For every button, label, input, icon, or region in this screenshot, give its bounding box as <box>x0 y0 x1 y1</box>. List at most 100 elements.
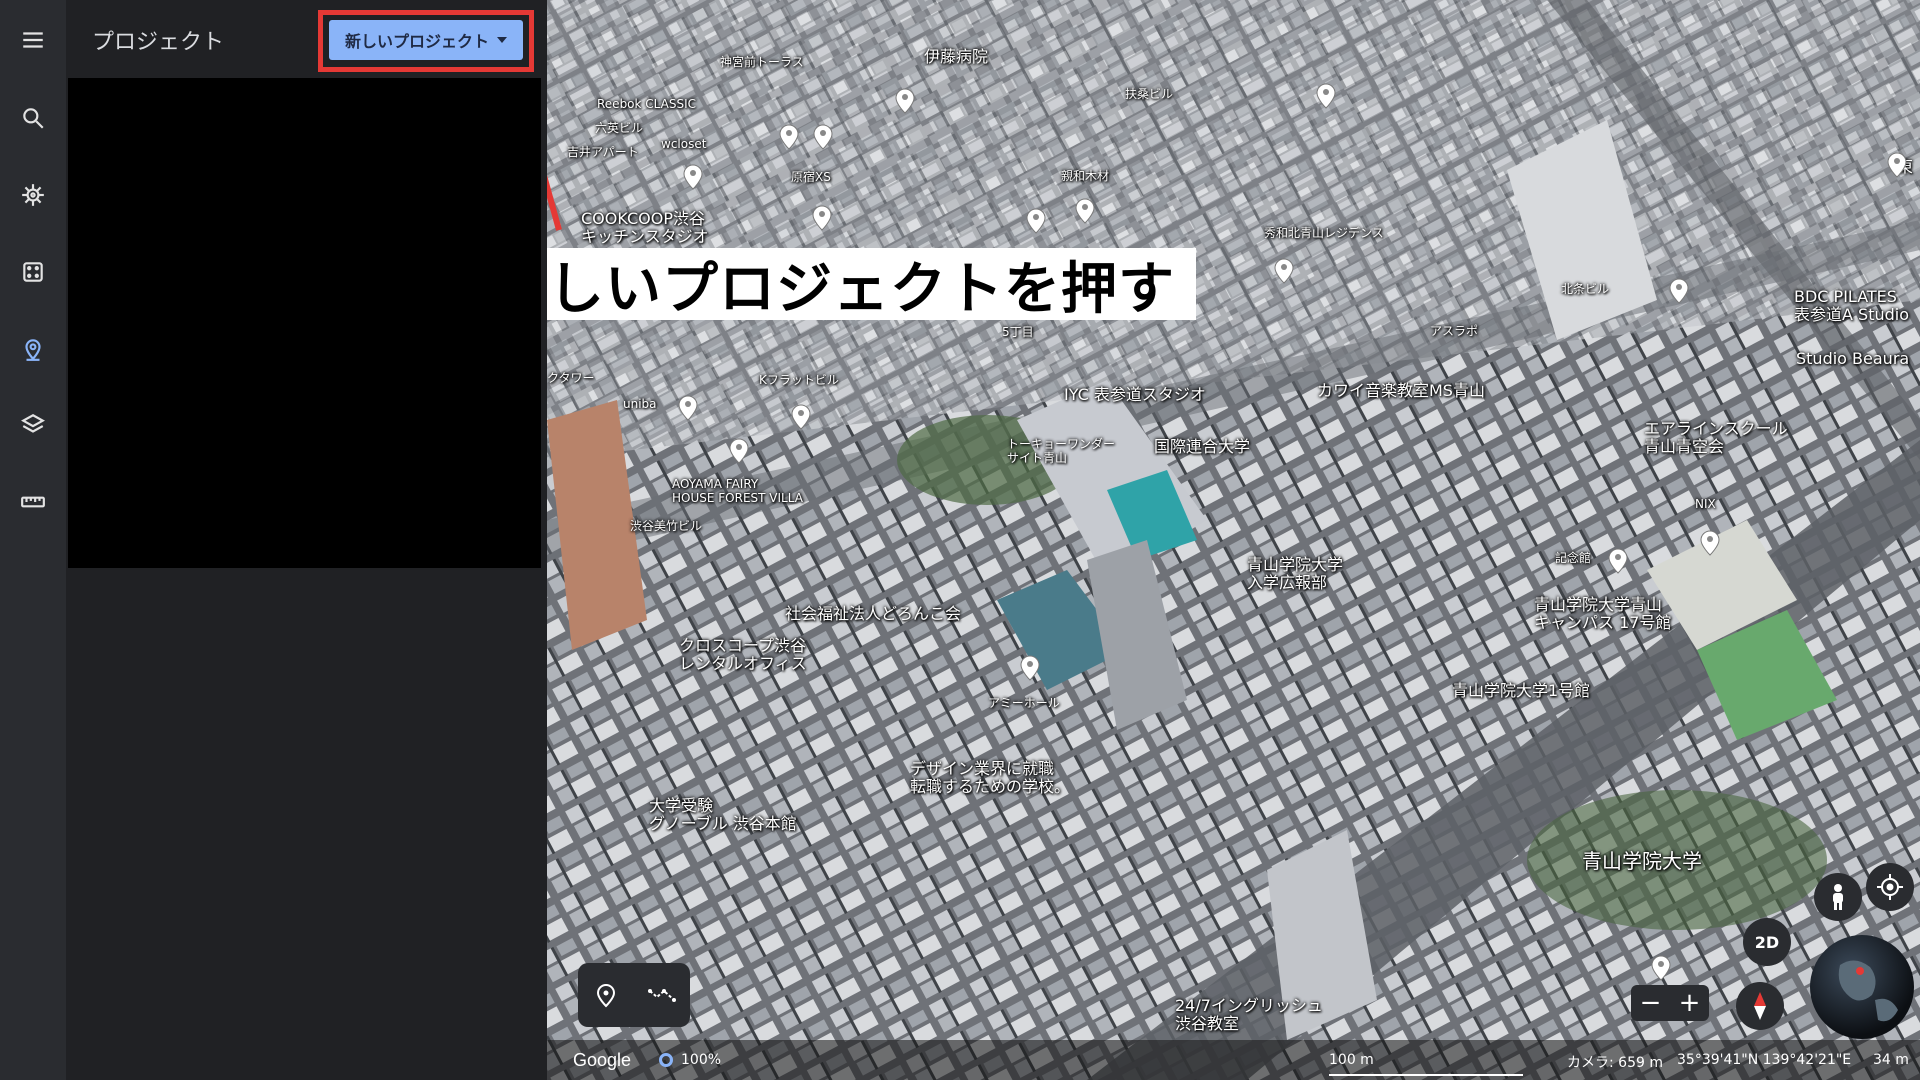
coordinates: 35°39'41"N 139°42'21"E <box>1677 1052 1852 1068</box>
map-style-button[interactable] <box>9 401 57 449</box>
new-project-label: 新しいプロジェクト <box>344 32 489 51</box>
place-pin-icon[interactable] <box>811 203 833 231</box>
voyager-icon <box>22 184 44 206</box>
map-label[interactable]: 吉井アパート <box>567 145 639 160</box>
map-label[interactable]: IYC 表参道スタジオ <box>1064 385 1206 404</box>
map-label[interactable]: アミーホール <box>988 696 1060 711</box>
place-pin-icon[interactable] <box>1607 546 1629 574</box>
map-label[interactable]: NIX <box>1695 497 1716 512</box>
map-label[interactable]: 国際連合大学 <box>1154 437 1250 456</box>
voyager-button[interactable] <box>9 171 57 219</box>
map-label[interactable]: トーキョーワンダー サイト青山 <box>1007 437 1115 466</box>
globe-overview[interactable] <box>1810 935 1914 1039</box>
map-label[interactable]: Reebok CLASSIC <box>597 97 696 112</box>
place-pin-icon[interactable] <box>894 86 916 114</box>
search-icon <box>23 108 44 129</box>
map-label[interactable]: 秀和北青山レジデンス <box>1264 226 1384 241</box>
map-label[interactable]: 青山学院大学 入学広報部 <box>1247 555 1343 593</box>
measure-button[interactable] <box>9 478 57 526</box>
search-button[interactable] <box>9 94 57 142</box>
map-label[interactable]: エアラインスクール 青山青空会 <box>1644 419 1788 457</box>
place-pin-icon[interactable] <box>1650 953 1672 981</box>
project-preview-area <box>68 78 541 568</box>
place-pin-icon[interactable] <box>812 122 834 150</box>
map-label[interactable]: 神宮前トーラス <box>720 55 804 70</box>
camera-altitude: カメラ: 659 m <box>1567 1055 1663 1071</box>
map-label[interactable]: 青山学院大学 <box>1582 850 1702 873</box>
drawing-tools <box>578 963 690 1027</box>
map-label[interactable]: BDC PILATES 表参道A Studio <box>1794 287 1909 325</box>
compass-button[interactable] <box>1736 982 1784 1030</box>
projects-button[interactable] <box>9 325 57 373</box>
google-logo: Google <box>573 1050 632 1070</box>
add-placemark-button[interactable] <box>586 975 626 1015</box>
place-pin-icon[interactable] <box>1699 528 1721 556</box>
place-pin-icon[interactable] <box>677 393 699 421</box>
place-pin-icon[interactable] <box>1315 81 1337 109</box>
map-label[interactable]: クタワー <box>547 371 595 386</box>
map-label[interactable]: COOKCOOP渋谷 キッチンスタジオ <box>581 209 709 247</box>
map-label[interactable]: wcloset <box>661 137 706 152</box>
map-label[interactable]: 大学受験 グノーブル 渋谷本館 <box>649 796 797 834</box>
loading-indicator: 100% <box>659 1052 721 1068</box>
map-label[interactable]: 伊藤病院 <box>924 47 988 66</box>
map-label[interactable]: Kフラットビル <box>759 373 839 388</box>
panel-title: プロジェクト <box>92 30 225 55</box>
place-pin-icon[interactable] <box>1025 206 1047 234</box>
map-label[interactable]: 原宿XS <box>791 170 831 185</box>
my-location-button[interactable] <box>1866 863 1914 911</box>
map-label[interactable]: 社会福祉法人どろんこ会 <box>785 604 961 623</box>
map-label[interactable]: カワイ音楽教室MS青山 <box>1317 381 1485 400</box>
scale-bar <box>1329 1074 1523 1076</box>
menu-button[interactable] <box>9 16 57 64</box>
status-bar: Google 100% 100 m カメラ: 659 m 35°39'41"N … <box>547 1040 1920 1080</box>
map-label[interactable]: Studio Beaura <box>1796 349 1909 368</box>
map-label[interactable]: アスラポ <box>1430 324 1478 339</box>
place-pin-icon[interactable] <box>778 122 800 150</box>
map-label[interactable]: 記念館 <box>1555 551 1591 566</box>
projects-icon <box>25 339 41 361</box>
feeling-lucky-icon <box>23 262 43 282</box>
ground-altitude: 34 m <box>1873 1052 1909 1068</box>
map-label[interactable]: 渋谷美竹ビル <box>630 519 702 534</box>
map-style-icon <box>21 414 45 433</box>
map-label[interactable]: uniba <box>623 397 657 412</box>
feeling-lucky-button[interactable] <box>9 248 57 296</box>
street-view-button[interactable] <box>1814 873 1862 921</box>
globe-icon <box>1838 960 1898 1022</box>
place-pin-icon[interactable] <box>1273 256 1295 284</box>
instruction-annotation: 新しいプロジェクトを押す <box>547 248 1196 322</box>
placemark-icon <box>596 984 616 1008</box>
map-label[interactable]: 北条ビル <box>1561 282 1609 297</box>
place-pin-icon[interactable] <box>682 162 704 190</box>
new-project-button[interactable]: 新しいプロジェクト <box>329 20 523 60</box>
map-label[interactable]: クロスコープ渋谷 レンタルオフィス <box>679 636 807 674</box>
menu-icon <box>23 32 43 48</box>
place-pin-icon[interactable] <box>790 402 812 430</box>
map-view[interactable]: 伊藤病院 神宮前トーラス Reebok CLASSIC 扶桑ビル 六英ビル 吉井… <box>547 0 1920 1080</box>
map-label[interactable]: 扶桑ビル <box>1125 87 1173 102</box>
map-label[interactable]: 親和木材 <box>1061 169 1109 184</box>
loading-percent: 100% <box>681 1052 722 1068</box>
place-pin-icon[interactable] <box>1886 150 1908 178</box>
map-label[interactable]: 青山学院大学青山 キャンパス 17号館 <box>1534 595 1671 633</box>
map-label[interactable]: 六英ビル <box>595 121 643 136</box>
measure-icon <box>21 496 45 508</box>
scale-label: 100 m <box>1329 1052 1374 1068</box>
map-label[interactable]: 24/7イングリッシュ 渋谷教室 <box>1175 996 1323 1034</box>
place-pin-icon[interactable] <box>1074 196 1096 224</box>
place-pin-icon[interactable] <box>728 436 750 464</box>
draw-path-button[interactable] <box>642 975 682 1015</box>
zoom-out-button[interactable]: − <box>1640 988 1662 1018</box>
side-rail <box>0 0 67 1080</box>
compass-icon <box>1754 992 1766 1020</box>
zoom-in-button[interactable]: + <box>1679 988 1701 1018</box>
map-label[interactable]: AOYAMA FAIRY HOUSE FOREST VILLA <box>672 477 803 506</box>
map-label[interactable]: デザイン業界に就職 転職するための学校。 <box>910 759 1070 797</box>
toggle-2d-button[interactable]: 2D <box>1743 918 1791 966</box>
place-pin-icon[interactable] <box>1019 653 1041 681</box>
zoom-controls: − + <box>1631 985 1709 1021</box>
map-label[interactable]: 青山学院大学1号館 <box>1452 681 1590 700</box>
place-pin-icon[interactable] <box>1668 276 1690 304</box>
map-label[interactable]: 5丁目 <box>1002 325 1034 340</box>
